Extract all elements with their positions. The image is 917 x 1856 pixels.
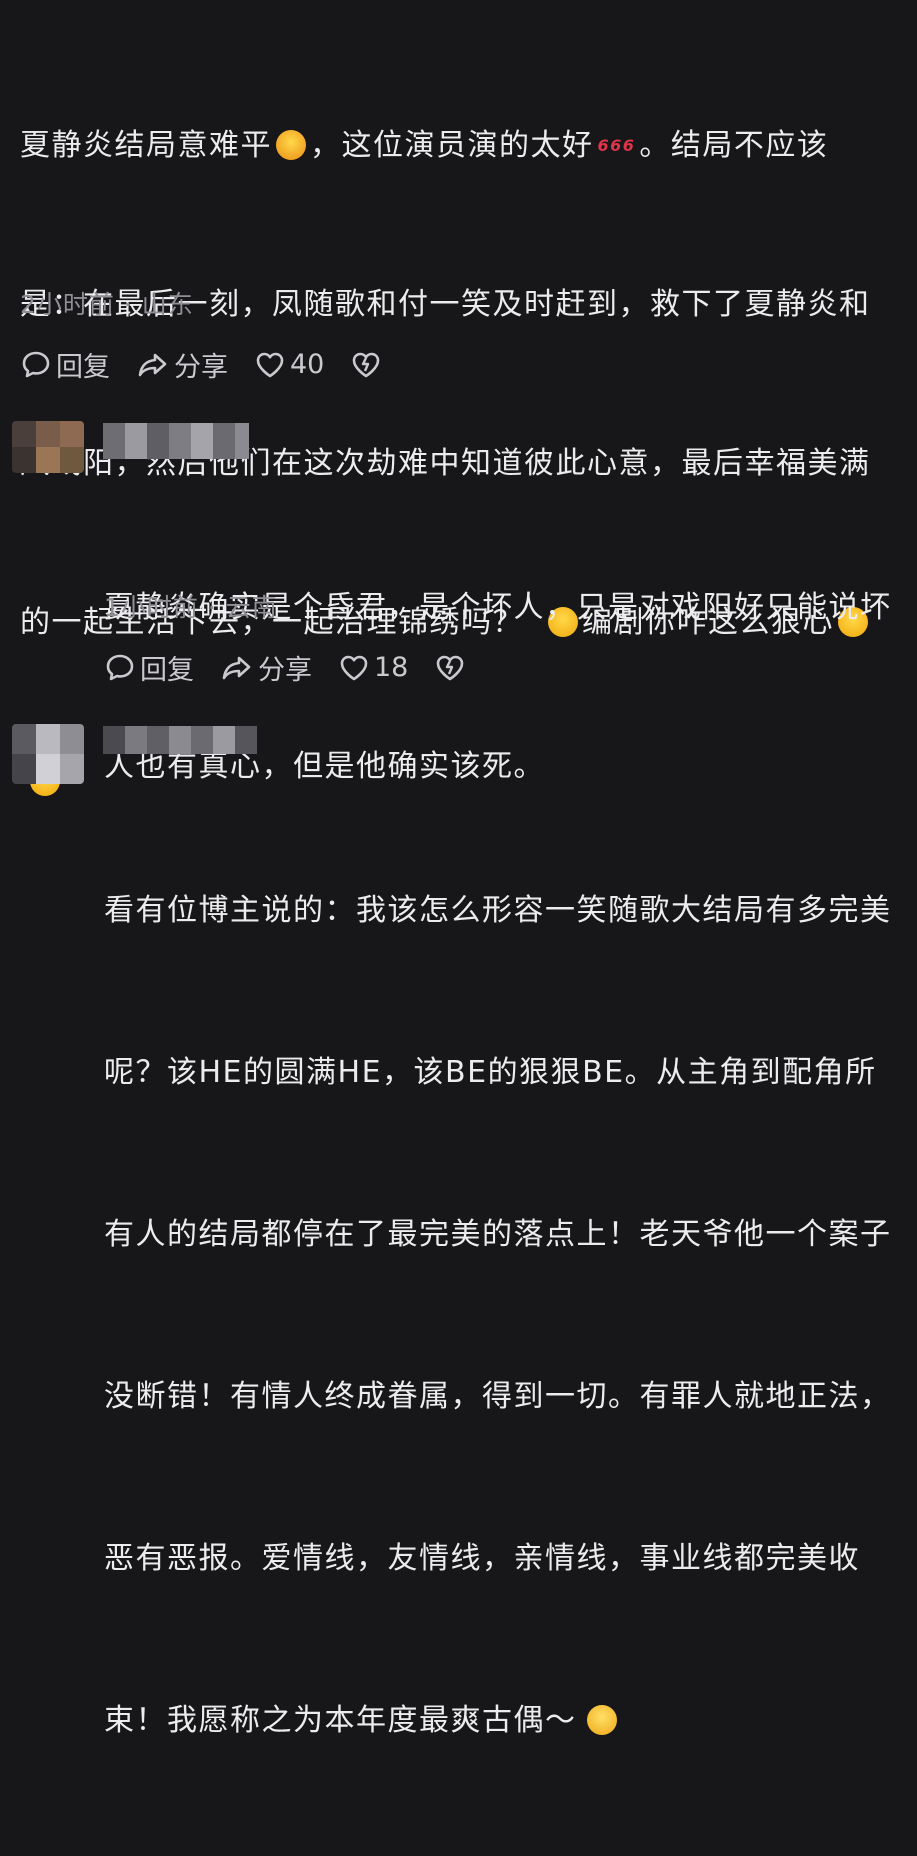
comment-1-actions: 回复 分享 40 (20, 345, 412, 384)
reply-button[interactable]: 回复 (20, 345, 110, 384)
comment-3-text: 看有位博主说的：我该怎么形容一笑随歌大结局有多完美 呢？该HE的圆满HE，该BE… (104, 893, 892, 1738)
heart-icon (340, 655, 368, 680)
share-arrow-icon (222, 656, 251, 679)
username[interactable] (103, 726, 257, 754)
dislike-button[interactable] (434, 652, 470, 684)
comment-2-actions: 回复 分享 18 (104, 648, 496, 687)
comment-1-meta: 2小时前 · 山东 (20, 290, 194, 319)
emoji-666-icon: 666 (597, 136, 636, 155)
broken-heart-icon (353, 352, 380, 377)
laugh-cry-emoji-icon (276, 130, 306, 160)
reply-button[interactable]: 回复 (104, 648, 194, 687)
comment-bubble-icon (22, 351, 50, 377)
like-button[interactable]: 18 (338, 652, 408, 684)
comment-bubble-icon (106, 654, 134, 680)
avatar[interactable] (12, 724, 84, 784)
avatar[interactable] (12, 421, 84, 473)
comment-2-meta: 1小时前 · 云南 (104, 593, 278, 622)
heart-icon (256, 352, 284, 377)
share-arrow-icon (138, 353, 167, 376)
shy-face-emoji-icon (586, 1705, 617, 1735)
broken-heart-icon (437, 655, 464, 680)
like-button[interactable]: 40 (254, 349, 324, 381)
share-button[interactable]: 分享 (220, 648, 312, 687)
dislike-button[interactable] (350, 349, 386, 381)
username[interactable] (103, 423, 249, 459)
share-button[interactable]: 分享 (136, 345, 228, 384)
